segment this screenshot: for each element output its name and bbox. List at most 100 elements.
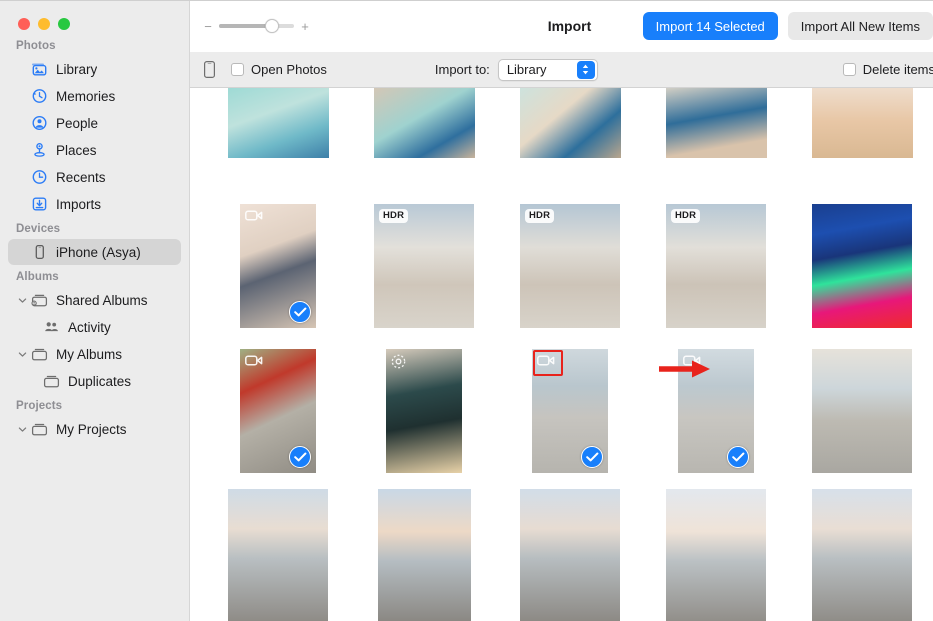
photo-thumbnail[interactable]: HDR <box>666 203 766 328</box>
photo-grid-scroll-area[interactable]: HDR HDR HDR HDR HDR <box>190 88 933 621</box>
delete-items-checkbox-box[interactable] <box>842 63 856 76</box>
recents-icon <box>30 169 49 186</box>
photo-cell[interactable] <box>803 88 921 186</box>
chevron-down-icon[interactable] <box>16 296 28 305</box>
photo-cell[interactable] <box>365 88 483 186</box>
chevron-down-icon[interactable] <box>16 350 28 359</box>
photo-cell[interactable] <box>803 346 921 476</box>
hdr-badge: HDR <box>671 208 701 223</box>
photo-cell[interactable] <box>219 88 337 186</box>
sidebar-item-label: Duplicates <box>68 373 132 389</box>
import-all-new-items-button[interactable]: Import All New Items <box>787 12 933 40</box>
selected-checkmark-icon[interactable] <box>727 445 749 468</box>
selected-checkmark-icon[interactable] <box>581 445 603 468</box>
import-to-select[interactable]: Library <box>497 58 598 81</box>
selected-checkmark-icon[interactable] <box>289 300 311 323</box>
sidebar-item-my-projects[interactable]: My Projects <box>8 416 181 442</box>
sidebar-item-recents[interactable]: Recents <box>8 164 181 190</box>
chevron-up-down-icon[interactable] <box>576 60 595 79</box>
zoom-out-icon[interactable]: − <box>204 20 212 33</box>
photo-thumbnail[interactable] <box>665 88 767 158</box>
photo-thumbnail[interactable] <box>811 88 913 158</box>
minimize-button[interactable] <box>38 18 50 30</box>
photo-thumbnail[interactable] <box>812 348 912 473</box>
photo-thumbnail[interactable] <box>377 489 471 621</box>
photo-cell[interactable] <box>803 201 921 331</box>
zoom-slider-track[interactable] <box>219 19 294 33</box>
library-icon <box>30 61 49 78</box>
sidebar-item-label: Imports <box>56 196 102 212</box>
photo-thumbnail[interactable] <box>520 489 620 621</box>
import-selected-button[interactable]: Import 14 Selected <box>642 12 778 40</box>
photo-cell[interactable] <box>365 346 483 476</box>
imports-icon <box>30 196 49 213</box>
photo-cell[interactable]: HDR <box>657 201 775 331</box>
sidebar-section-title: Devices <box>16 223 61 235</box>
photo-cell[interactable]: HDR <box>365 201 483 331</box>
sidebar-section-devices: Devices iPhone (Asya) <box>0 223 189 265</box>
row-4 <box>190 483 933 621</box>
shared-album-icon <box>30 292 49 309</box>
photo-thumbnail[interactable] <box>812 489 912 621</box>
photo-cell[interactable] <box>219 201 337 331</box>
photo-thumbnail[interactable] <box>240 348 316 473</box>
photo-cell[interactable] <box>657 346 775 476</box>
import-to-selected-value: Library <box>506 62 547 77</box>
photo-cell[interactable] <box>511 346 629 476</box>
photo-thumbnail[interactable] <box>240 203 316 328</box>
delete-items-checkbox[interactable]: Delete items <box>842 62 933 77</box>
photo-cell[interactable] <box>657 88 775 186</box>
zoom-slider-thumb[interactable] <box>264 19 279 33</box>
photo-thumbnail[interactable] <box>666 489 766 621</box>
sidebar-item-activity[interactable]: Activity <box>8 314 181 340</box>
photo-thumbnail[interactable] <box>678 348 754 473</box>
chevron-down-icon[interactable] <box>16 425 28 434</box>
photo-cell[interactable] <box>511 489 629 621</box>
photo-cell[interactable]: HDR <box>511 201 629 331</box>
live-photo-badge-icon <box>391 354 406 369</box>
row-3 <box>190 338 933 483</box>
photo-thumbnail[interactable] <box>386 348 462 473</box>
sidebar-item-label: Recents <box>56 169 106 185</box>
sidebar-section-projects: Projects My Projects <box>0 400 189 442</box>
delete-items-label: Delete items <box>862 62 933 77</box>
photo-cell[interactable] <box>511 88 629 186</box>
sidebar-item-shared-albums[interactable]: Shared Albums <box>8 287 181 313</box>
selected-checkmark-icon[interactable] <box>289 445 311 468</box>
photo-thumbnail[interactable] <box>519 88 621 158</box>
photo-thumbnail[interactable] <box>228 489 328 621</box>
photo-thumbnail[interactable]: HDR <box>374 203 474 328</box>
photo-thumbnail[interactable] <box>532 348 608 473</box>
photo-cell[interactable] <box>803 489 921 621</box>
photo-cell[interactable] <box>657 489 775 621</box>
sidebar-item-duplicates[interactable]: Duplicates <box>8 368 181 394</box>
close-button[interactable] <box>18 18 30 30</box>
open-photos-checkbox-box[interactable] <box>231 63 244 76</box>
album-icon <box>30 346 49 363</box>
photo-cell[interactable] <box>365 489 483 621</box>
photo-thumbnail[interactable]: HDR <box>520 203 620 328</box>
photo-thumbnail[interactable] <box>812 203 912 328</box>
sidebar-item-label: iPhone (Asya) <box>56 244 141 260</box>
video-badge-icon <box>683 354 701 367</box>
photo-cell[interactable] <box>219 346 337 476</box>
open-photos-checkbox[interactable]: Open Photos <box>231 62 327 77</box>
photo-thumbnail[interactable] <box>227 88 329 158</box>
photo-cell[interactable] <box>219 489 337 621</box>
zoom-button[interactable] <box>58 18 70 30</box>
sidebar-item-places[interactable]: Places <box>8 137 181 163</box>
video-badge-icon <box>245 209 263 222</box>
top-toolbar: − + Import Import 14 Selected Import All… <box>190 0 933 52</box>
sidebar-item-imports[interactable]: Imports <box>8 191 181 217</box>
sidebar: Photos Library Memories People Places Re… <box>0 0 190 621</box>
sidebar-item-library[interactable]: Library <box>8 56 181 82</box>
zoom-slider[interactable]: − + <box>204 19 309 33</box>
photo-thumbnail[interactable] <box>373 88 475 158</box>
sidebar-item-iphone-asya[interactable]: iPhone (Asya) <box>8 239 181 265</box>
sidebar-item-people[interactable]: People <box>8 110 181 136</box>
sidebar-item-memories[interactable]: Memories <box>8 83 181 109</box>
sidebar-sections: Photos Library Memories People Places Re… <box>0 40 189 442</box>
zoom-in-icon[interactable]: + <box>301 20 309 33</box>
sidebar-item-label: My Projects <box>56 421 127 437</box>
sidebar-item-my-albums[interactable]: My Albums <box>8 341 181 367</box>
